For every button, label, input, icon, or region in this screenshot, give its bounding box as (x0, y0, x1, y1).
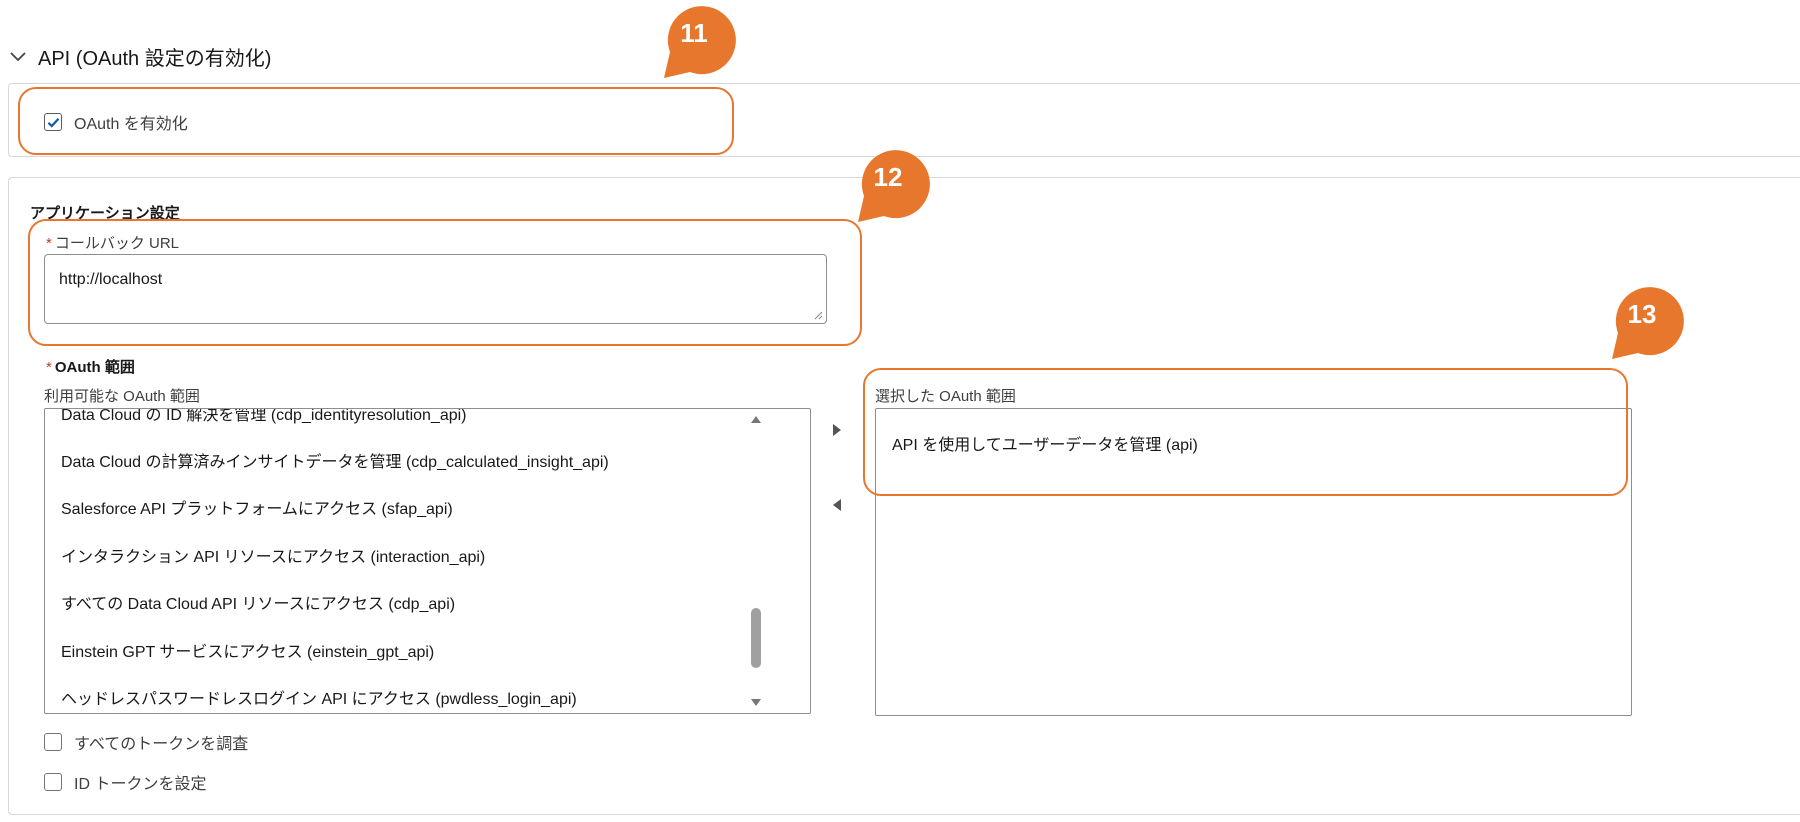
list-item[interactable]: Salesforce API プラットフォームにアクセス (sfap_api) (61, 495, 453, 519)
callout-marker-12: 12 (850, 144, 930, 224)
introspect-all-tokens-row[interactable]: すべてのトークンを調査 (44, 730, 248, 754)
list-item[interactable]: Einstein GPT サービスにアクセス (einstein_gpt_api… (61, 638, 434, 662)
scrollbar-thumb[interactable] (751, 608, 761, 668)
configure-id-token-row[interactable]: ID トークンを設定 (44, 770, 206, 794)
chevron-down-icon (10, 52, 26, 62)
list-item[interactable]: Data Cloud の ID 解決を管理 (cdp_identityresol… (61, 409, 467, 425)
move-right-icon (833, 424, 841, 436)
required-mark: * (46, 359, 52, 376)
introspect-all-tokens-label: すべてのトークンを調査 (74, 736, 249, 753)
list-item[interactable]: ヘッドレスパスワードレスログイン API にアクセス (pwdless_logi… (61, 685, 577, 709)
move-left-icon (833, 499, 841, 511)
remove-scope-button[interactable] (827, 495, 847, 515)
section-title: API (OAuth 設定の有効化) (38, 47, 272, 70)
highlight-box-12 (28, 219, 862, 346)
highlight-box-13 (863, 368, 1628, 496)
list-item[interactable]: Data Cloud の計算済みインサイトデータを管理 (cdp_calcula… (61, 448, 609, 472)
list-item[interactable]: すべての Data Cloud API リソースにアクセス (cdp_api) (61, 590, 455, 614)
callout-marker-13: 13 (1604, 281, 1684, 361)
introspect-all-tokens-checkbox[interactable] (44, 733, 62, 751)
section-header[interactable]: API (OAuth 設定の有効化) (8, 38, 271, 74)
scroll-up-icon[interactable] (750, 414, 762, 424)
configure-id-token-label: ID トークンを設定 (74, 776, 207, 793)
available-scopes-list[interactable]: Data Cloud の ID 解決を管理 (cdp_identityresol… (44, 408, 811, 714)
list-item[interactable]: インタラクション API リソースにアクセス (interaction_api) (61, 543, 485, 567)
available-scopes-scrollbar[interactable] (747, 410, 765, 712)
scroll-down-icon[interactable] (750, 698, 762, 708)
highlight-box-11 (18, 87, 734, 155)
available-scopes-label: 利用可能な OAuth 範囲 (44, 388, 200, 405)
add-scope-button[interactable] (827, 420, 847, 440)
configure-id-token-checkbox[interactable] (44, 773, 62, 791)
oauth-scopes-title: * OAuth 範囲 (46, 359, 135, 376)
callout-marker-11: 11 (656, 0, 736, 80)
